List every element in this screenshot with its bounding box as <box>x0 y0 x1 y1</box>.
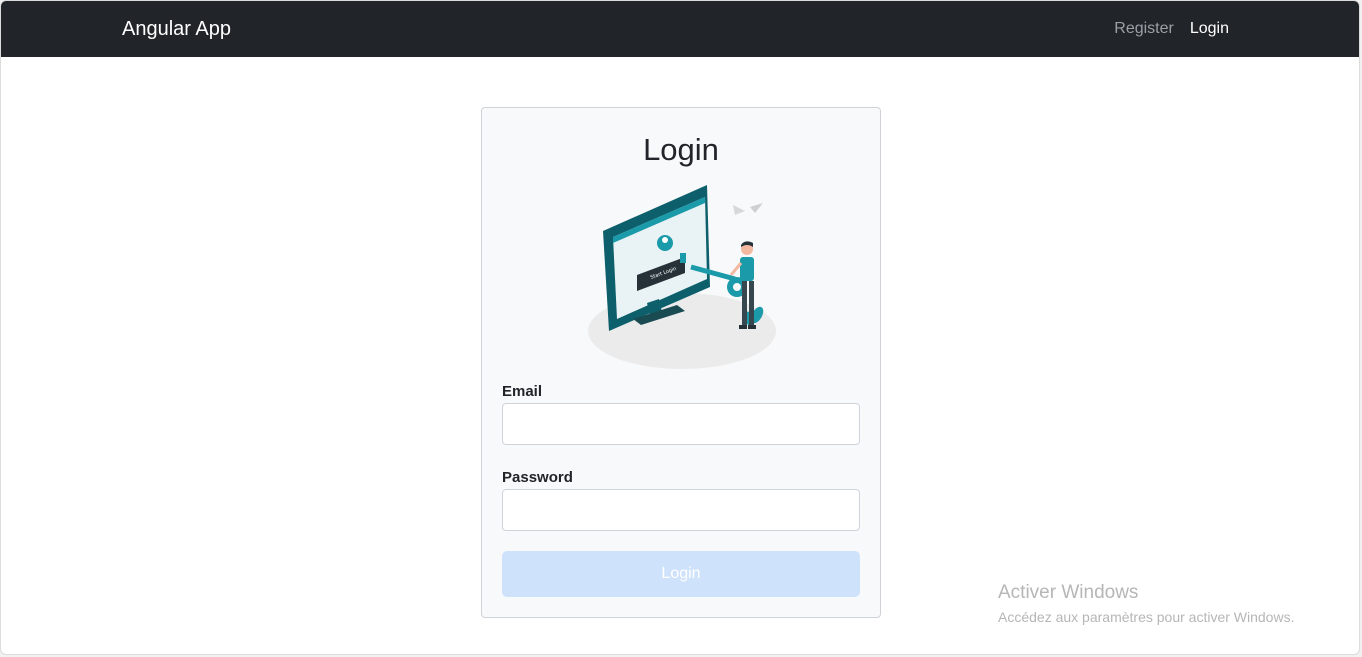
nav-register-link[interactable]: Register <box>1114 19 1174 39</box>
login-button[interactable]: Login <box>502 551 860 597</box>
watermark-subtitle: Accédez aux paramètres pour activer Wind… <box>998 609 1295 625</box>
navbar-brand[interactable]: Angular App <box>122 17 231 41</box>
email-field[interactable] <box>502 403 860 445</box>
login-illustration: Start Login <box>588 185 776 369</box>
password-label: Password <box>502 469 573 486</box>
nav-login-link[interactable]: Login <box>1190 19 1229 39</box>
watermark-title: Activer Windows <box>998 582 1139 603</box>
nav-links: Register Login <box>1114 19 1229 39</box>
windows-activation-watermark: Activer Windows Accédez aux paramètres p… <box>998 581 1294 627</box>
email-label: Email <box>502 383 543 400</box>
browser-viewport: Angular App Register Login Login Start L… <box>0 0 1360 655</box>
login-card: Login Start Login Email Password Login <box>481 107 881 618</box>
password-field[interactable] <box>502 489 860 531</box>
login-title: Login <box>643 132 719 167</box>
top-navbar: Angular App Register Login <box>1 1 1359 57</box>
